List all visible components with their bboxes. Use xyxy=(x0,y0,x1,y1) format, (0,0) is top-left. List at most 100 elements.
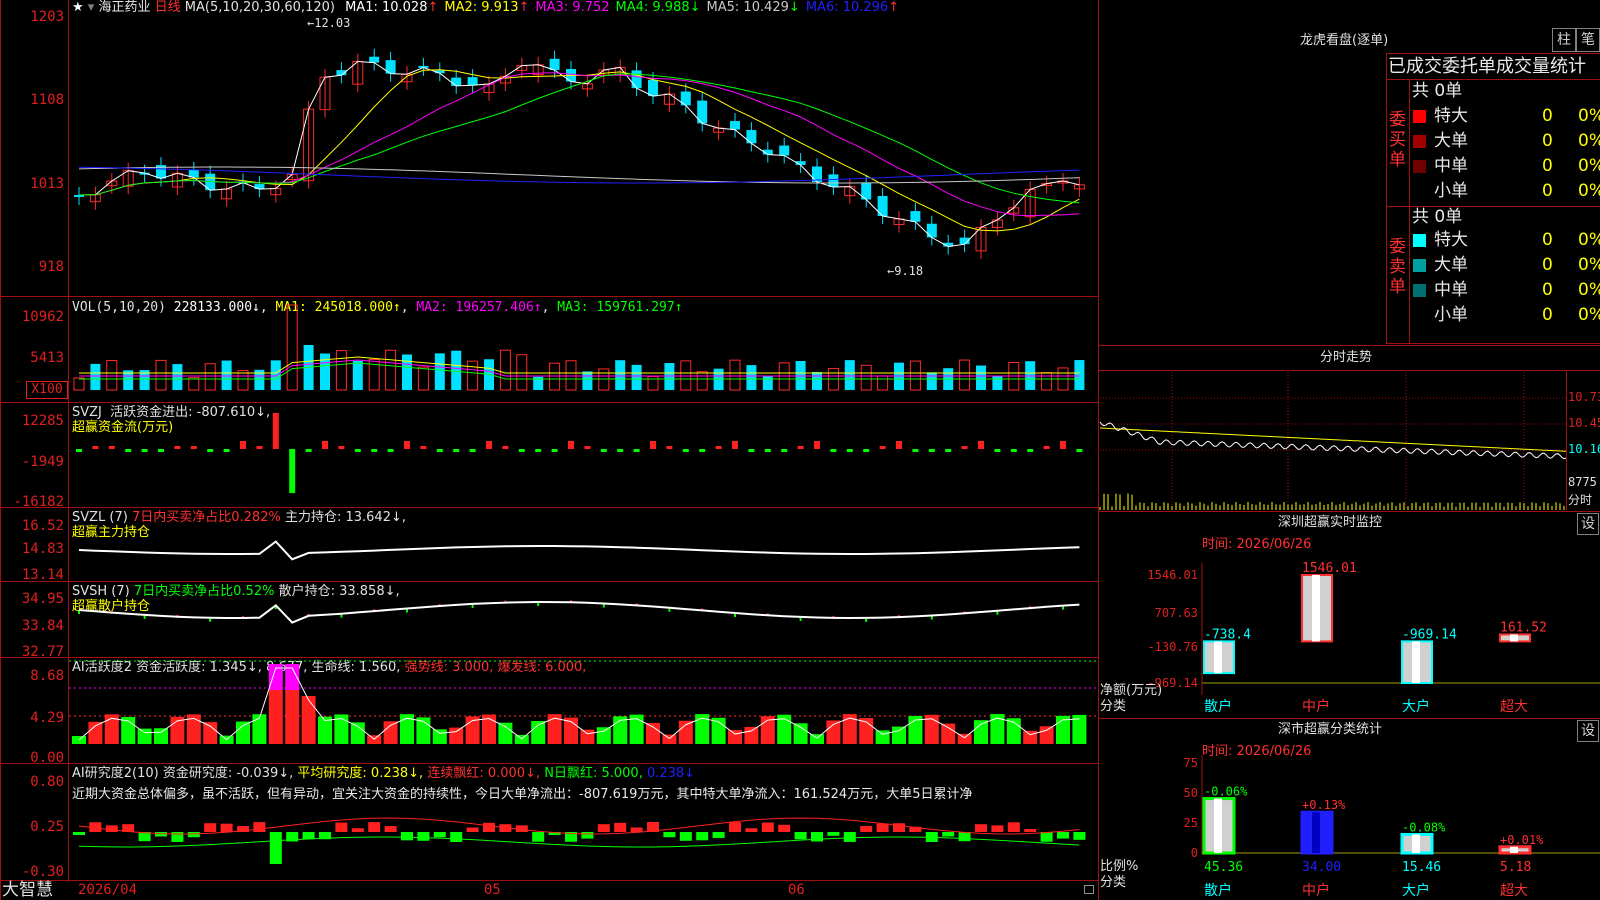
svzj-bar xyxy=(256,446,263,449)
candle-down xyxy=(648,79,658,97)
price-line xyxy=(1099,421,1567,460)
buy-row-pct: 0% xyxy=(1578,106,1600,126)
volume-bar xyxy=(664,363,675,390)
research-bar xyxy=(302,832,315,840)
svzj-bar xyxy=(240,441,246,449)
svzj-bar xyxy=(814,441,820,449)
candlestick-chart[interactable] xyxy=(69,0,1098,296)
research-bar xyxy=(630,827,643,832)
cls-category: 大户 xyxy=(1402,882,1430,899)
vol-tick-1: 10962 xyxy=(21,309,64,325)
tick-mode-button[interactable]: 笔 xyxy=(1576,28,1600,52)
ma-line-5 xyxy=(78,166,1080,184)
svzj-bar xyxy=(436,449,443,452)
volume-bar xyxy=(549,362,561,391)
sz-bar-highlight xyxy=(1510,634,1518,642)
svzj-bar xyxy=(568,441,574,449)
buy-row-pct: 0% xyxy=(1578,156,1600,176)
svsh-dot xyxy=(143,615,146,619)
intraday-tick-3: 10.16 xyxy=(1568,442,1600,456)
research-bar xyxy=(696,832,709,841)
research-bar xyxy=(269,832,282,864)
activity-bar xyxy=(892,726,906,744)
volume-bar xyxy=(90,363,101,390)
svzj-bar xyxy=(453,449,460,452)
research-bar xyxy=(942,832,955,837)
price-tick-3: 1013 xyxy=(30,176,64,192)
cls-bar-highlight xyxy=(1214,798,1222,853)
cls-bar-highlight xyxy=(1412,834,1420,853)
svzj-bar xyxy=(404,441,410,449)
activity-bar xyxy=(744,726,759,744)
sell-row-count: 0 xyxy=(1542,230,1553,250)
svsh-dot xyxy=(340,614,343,618)
ai-activity-chart[interactable] xyxy=(69,658,1098,763)
cls-settings-button[interactable]: 设 xyxy=(1577,720,1599,742)
volume-chart[interactable] xyxy=(69,297,1098,402)
ai-res-tick-1: 0.80 xyxy=(30,774,64,790)
svzl-tick-3: 13.14 xyxy=(21,567,64,583)
svsh-tick-2: 33.84 xyxy=(21,618,64,634)
volume-bar xyxy=(417,366,429,391)
research-bar xyxy=(712,832,725,838)
cls-value: 34.00 xyxy=(1302,860,1341,875)
activity-bar xyxy=(154,728,168,744)
candle-down xyxy=(369,56,380,63)
brand-logo[interactable]: 大智慧 xyxy=(2,881,53,900)
volume-bar xyxy=(877,375,889,391)
svzj-chart[interactable] xyxy=(69,403,1098,507)
lock-icon[interactable] xyxy=(1084,885,1094,894)
activity-bar xyxy=(383,721,398,744)
ma-line-2 xyxy=(78,69,1080,232)
svzj-bar xyxy=(486,441,492,449)
volume-bar xyxy=(172,364,183,390)
activity-bar xyxy=(88,721,103,744)
svsh-dot xyxy=(78,611,80,614)
svzl-line xyxy=(78,540,1080,561)
date-label-3: 06 xyxy=(788,882,805,898)
svzj-bar xyxy=(978,441,984,449)
research-bar xyxy=(597,824,610,832)
cls-title: 深市超赢分类统计 xyxy=(1278,722,1383,737)
research-bar xyxy=(663,832,676,838)
svzj-bar xyxy=(732,441,738,449)
svzj-bar xyxy=(354,449,361,452)
sz-bar-highlight xyxy=(1214,641,1222,674)
intraday-tick-5: 分时 xyxy=(1568,493,1593,507)
sell-row-pct: 0% xyxy=(1578,280,1600,300)
volume-bar xyxy=(335,350,347,391)
volume-bar xyxy=(451,350,462,390)
cls-ratio-chart[interactable]: 75 50 25 0 -0.06% 45.36 +0.13% 34.00 -0.08% 15.46… xyxy=(1100,755,1600,900)
intraday-chart[interactable] xyxy=(1099,372,1567,510)
research-bar xyxy=(975,824,987,832)
svsh-dot xyxy=(471,604,474,608)
svzj-bar xyxy=(715,446,722,449)
sz-value: -969.14 xyxy=(1402,627,1457,642)
buy-row-count: 0 xyxy=(1542,131,1553,151)
cls-change: -0.08% xyxy=(1402,820,1446,834)
research-bar xyxy=(679,832,692,841)
intraday-title: 分时走势 xyxy=(1320,350,1373,365)
research-bar xyxy=(401,832,413,841)
svzj-bar xyxy=(92,446,99,449)
sz-net-chart[interactable]: 1546.01 707.63 -130.76 -969.14 -738.4 1546.01… xyxy=(1100,555,1600,720)
svsh-chart[interactable] xyxy=(69,582,1098,657)
bar-mode-button[interactable]: 柱 xyxy=(1552,28,1576,52)
volume-bar xyxy=(1074,360,1085,390)
cls-value: 15.46 xyxy=(1402,860,1441,875)
volume-bar xyxy=(729,359,741,391)
svzj-bar xyxy=(699,449,706,452)
activity-bar xyxy=(137,728,152,744)
research-bar xyxy=(351,828,364,832)
svsh-dot xyxy=(406,609,408,613)
volume-bar xyxy=(812,371,822,390)
cls-value: 45.36 xyxy=(1204,860,1243,875)
ai-research-chart[interactable] xyxy=(69,764,1098,880)
research-bar xyxy=(368,822,381,832)
volume-bar xyxy=(286,304,298,391)
svzj-bar xyxy=(928,449,935,452)
sz-tick: 707.63 xyxy=(1155,606,1198,620)
sz-settings-button[interactable]: 设 xyxy=(1577,513,1599,535)
svzl-chart[interactable] xyxy=(69,508,1098,581)
cls-category: 中户 xyxy=(1302,882,1330,899)
